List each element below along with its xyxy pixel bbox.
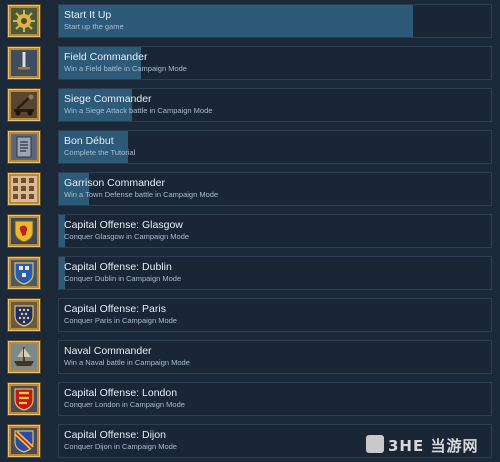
achievement-description: Complete the Tutorial: [64, 148, 136, 157]
achievement-title: Garrison Commander: [64, 177, 165, 189]
achievement-badge: [7, 214, 41, 248]
achievement-badge: [7, 256, 41, 290]
book-icon: [11, 134, 37, 160]
achievement-row[interactable]: Siege Commander Win a Siege Attack battl…: [0, 84, 500, 126]
achievement-description: Win a Field battle in Campaign Mode: [64, 64, 187, 73]
achievement-panel: Capital Offense: London Conquer London i…: [58, 382, 492, 416]
catapult-icon: [11, 92, 37, 118]
fleur-shield-icon: [11, 302, 37, 328]
achievement-row[interactable]: Start It Up Start up the game: [0, 0, 500, 42]
bend-shield-icon: [11, 428, 37, 454]
achievement-panel: Garrison Commander Win a Town Defense ba…: [58, 172, 492, 206]
achievement-badge: [7, 172, 41, 206]
achievement-panel: Capital Offense: Glasgow Conquer Glasgow…: [58, 214, 492, 248]
achievement-badge: [7, 382, 41, 416]
ship-icon: [11, 344, 37, 370]
lions-shield-icon: [11, 386, 37, 412]
achievement-description: Conquer London in Campaign Mode: [64, 400, 185, 409]
achievement-panel: Bon Début Complete the Tutorial: [58, 130, 492, 164]
achievement-description: Win a Naval battle in Campaign Mode: [64, 358, 190, 367]
achievement-title: Capital Offense: Paris: [64, 303, 166, 315]
achievement-title: Capital Offense: Glasgow: [64, 219, 183, 231]
achievement-row[interactable]: Naval Commander Win a Naval battle in Ca…: [0, 336, 500, 378]
achievement-row[interactable]: Capital Offense: Dublin Conquer Dublin i…: [0, 252, 500, 294]
achievement-badge: [7, 130, 41, 164]
achievement-description: Win a Siege Attack battle in Campaign Mo…: [64, 106, 213, 115]
site-watermark: 3HE 当游网: [366, 433, 494, 455]
achievement-description: Win a Town Defense battle in Campaign Mo…: [64, 190, 219, 199]
sword-icon: [11, 50, 37, 76]
progress-fill: [59, 5, 413, 37]
achievement-title: Field Commander: [64, 51, 148, 63]
achievement-title: Naval Commander: [64, 345, 152, 357]
achievement-badge: [7, 4, 41, 38]
achievement-title: Siege Commander: [64, 93, 152, 105]
achievement-panel: Naval Commander Win a Naval battle in Ca…: [58, 340, 492, 374]
achievement-row[interactable]: Garrison Commander Win a Town Defense ba…: [0, 168, 500, 210]
gear-icon: [11, 8, 37, 34]
castles-shield-icon: [11, 260, 37, 286]
achievement-row[interactable]: Bon Début Complete the Tutorial: [0, 126, 500, 168]
achievement-title: Capital Offense: London: [64, 387, 178, 399]
achievement-badge: [7, 46, 41, 80]
achievement-panel: Siege Commander Win a Siege Attack battl…: [58, 88, 492, 122]
achievement-description: Conquer Glasgow in Campaign Mode: [64, 232, 190, 241]
achievement-row[interactable]: Field Commander Win a Field battle in Ca…: [0, 42, 500, 84]
achievement-row[interactable]: Capital Offense: Paris Conquer Paris in …: [0, 294, 500, 336]
watermark-logo-icon: [366, 435, 384, 453]
achievement-title: Bon Début: [64, 135, 114, 147]
achievement-panel: Capital Offense: Dublin Conquer Dublin i…: [58, 256, 492, 290]
achievement-badge: [7, 298, 41, 332]
achievement-description: Start up the game: [64, 22, 124, 31]
achievement-panel: Capital Offense: Paris Conquer Paris in …: [58, 298, 492, 332]
achievement-description: Conquer Dublin in Campaign Mode: [64, 274, 182, 283]
achievement-badge: [7, 424, 41, 458]
achievement-title: Capital Offense: Dublin: [64, 261, 172, 273]
achievement-row[interactable]: Capital Offense: London Conquer London i…: [0, 378, 500, 420]
achievement-badge: [7, 88, 41, 122]
achievement-title: Capital Offense: Dijon: [64, 429, 166, 441]
map-grid-icon: [11, 176, 37, 202]
achievement-title: Start It Up: [64, 9, 112, 21]
achievement-description: Conquer Paris in Campaign Mode: [64, 316, 177, 325]
achievement-panel: Field Commander Win a Field battle in Ca…: [58, 46, 492, 80]
watermark-text: 3HE 当游网: [388, 437, 479, 455]
lion-shield-icon: [11, 218, 37, 244]
achievement-badge: [7, 340, 41, 374]
achievement-row[interactable]: Capital Offense: Glasgow Conquer Glasgow…: [0, 210, 500, 252]
achievement-description: Conquer Dijon in Campaign Mode: [64, 442, 177, 451]
achievement-panel: Start It Up Start up the game: [58, 4, 492, 38]
